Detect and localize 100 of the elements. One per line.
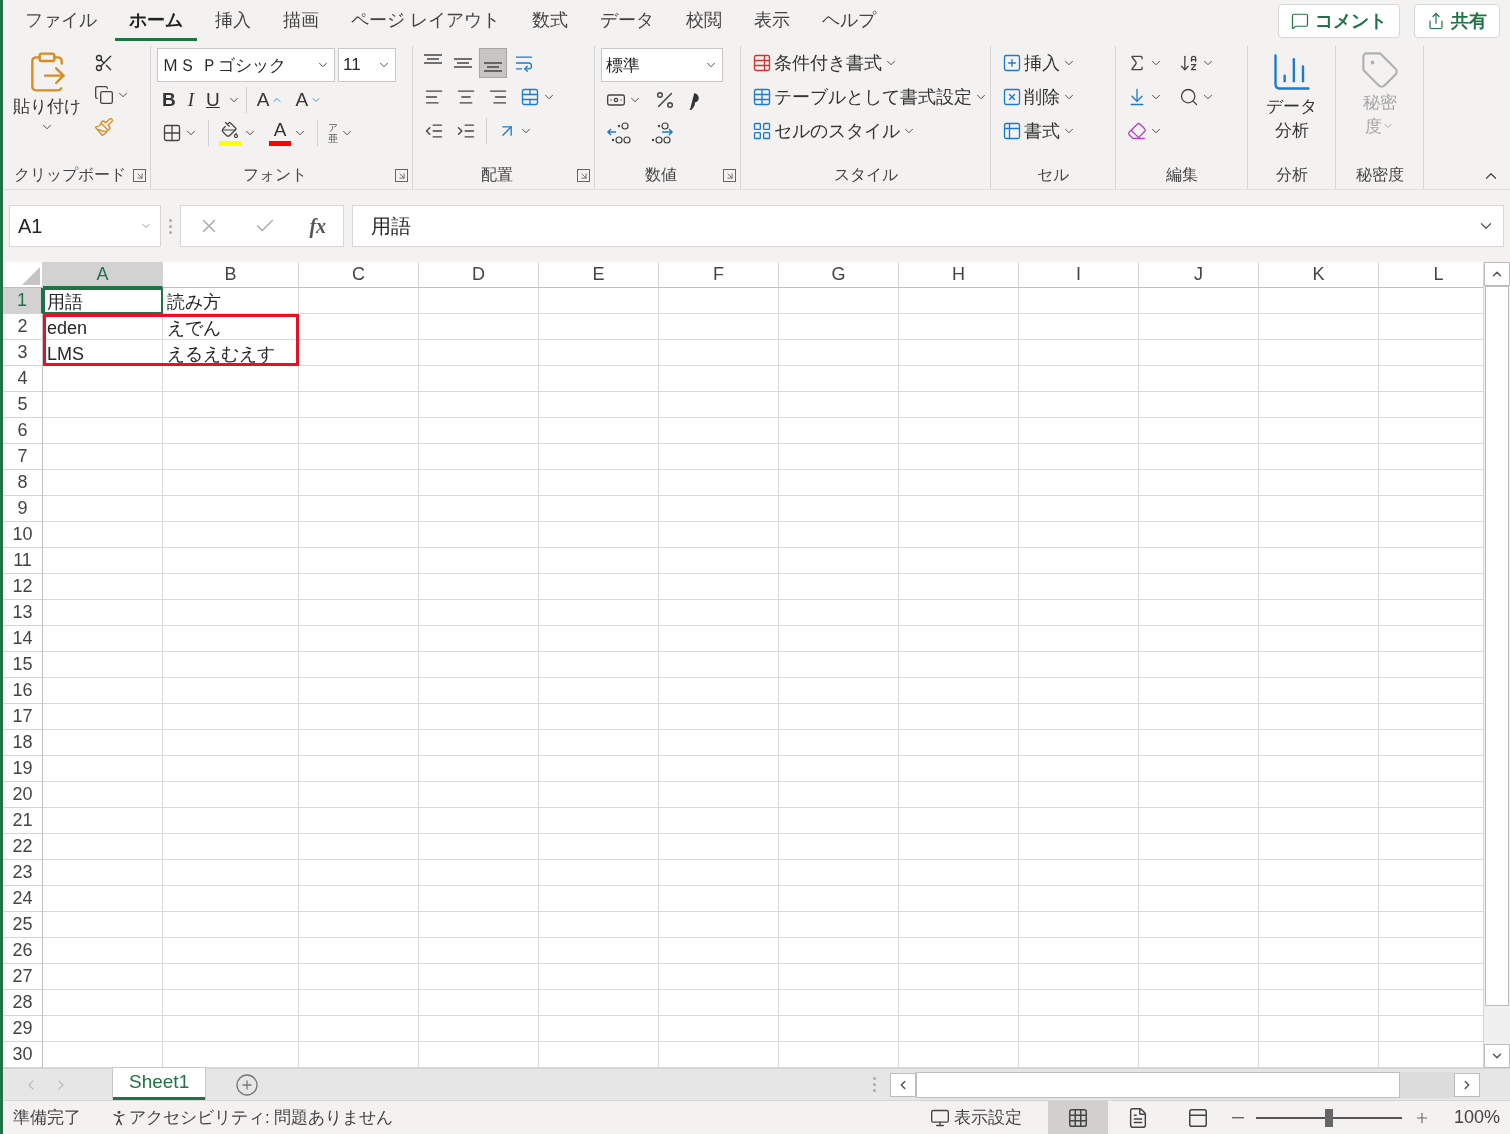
status-text: 準備完了 xyxy=(13,1107,81,1129)
row-header[interactable]: 28 xyxy=(3,990,43,1016)
row-header[interactable]: 16 xyxy=(3,678,43,704)
scroll-right-button[interactable] xyxy=(1454,1072,1480,1097)
row-header[interactable]: 8 xyxy=(3,470,43,496)
ribbon-tab[interactable]: ヘルプ xyxy=(808,1,890,41)
dialog-launcher-icon[interactable] xyxy=(723,169,736,182)
column-header[interactable]: K xyxy=(1259,262,1379,288)
zoom-slider-thumb[interactable] xyxy=(1324,1108,1333,1127)
row-header[interactable]: 22 xyxy=(3,834,43,860)
vertical-scrollbar[interactable] xyxy=(1483,262,1510,1068)
ribbon-tab[interactable]: 挿入 xyxy=(201,1,265,41)
styles-menu-button[interactable]: テーブルとして書式設定 xyxy=(747,82,993,112)
row-header[interactable]: 6 xyxy=(3,418,43,444)
column-header[interactable]: H xyxy=(899,262,1019,288)
display-settings-button[interactable]: 表示設定 xyxy=(929,1106,1022,1129)
scroll-up-button[interactable] xyxy=(1484,262,1510,286)
cells-menu-button[interactable]: 挿入 xyxy=(997,48,1081,78)
dialog-launcher-icon[interactable] xyxy=(133,169,146,182)
italic-button[interactable]: I xyxy=(182,85,200,115)
row-header[interactable]: 9 xyxy=(3,496,43,522)
column-header[interactable]: D xyxy=(419,262,539,288)
add-sheet-button[interactable] xyxy=(235,1072,260,1097)
dialog-launcher-icon[interactable] xyxy=(395,169,408,182)
paste-button[interactable]: 貼り付け xyxy=(9,48,85,137)
row-header[interactable]: 11 xyxy=(3,548,43,574)
cells-menu-button[interactable]: 削除 xyxy=(997,82,1081,112)
bold-button[interactable]: B xyxy=(157,85,181,115)
row-header[interactable]: 15 xyxy=(3,652,43,678)
zoom-level-text[interactable]: 100% xyxy=(1453,1107,1500,1128)
underline-button[interactable]: U xyxy=(201,85,225,115)
ribbon-tab[interactable]: ファイル xyxy=(11,1,111,41)
row-header[interactable]: 10 xyxy=(3,522,43,548)
row-header[interactable]: 26 xyxy=(3,938,43,964)
table-cell[interactable]: えるえむえす xyxy=(163,340,299,366)
cells-menu-button[interactable]: 書式 xyxy=(997,116,1081,146)
column-header[interactable]: A xyxy=(43,262,163,288)
row-header[interactable]: 25 xyxy=(3,912,43,938)
row-header[interactable]: 18 xyxy=(3,730,43,756)
row-header[interactable]: 3 xyxy=(3,340,43,366)
row-header[interactable]: 30 xyxy=(3,1042,43,1068)
row-header[interactable]: 21 xyxy=(3,808,43,834)
data-analysis-button[interactable]: データ 分析 xyxy=(1262,48,1321,145)
table-cell[interactable]: えでん xyxy=(163,314,299,340)
row-header[interactable]: 14 xyxy=(3,626,43,652)
comment-button[interactable]: コメント xyxy=(1278,4,1400,38)
ribbon-tab[interactable]: 表示 xyxy=(740,1,804,41)
number-format-dropdown[interactable]: 標準 xyxy=(601,48,723,82)
font-color-button[interactable]: A xyxy=(264,118,312,148)
row-header[interactable]: 24 xyxy=(3,886,43,912)
sheet-tab[interactable]: Sheet1 xyxy=(113,1067,206,1100)
row-header[interactable]: 19 xyxy=(3,756,43,782)
ribbon-tab[interactable]: 校閲 xyxy=(672,1,736,41)
row-header[interactable]: 27 xyxy=(3,964,43,990)
column-header[interactable]: F xyxy=(659,262,779,288)
ribbon-tab[interactable]: データ xyxy=(586,1,668,41)
insert-function-button[interactable]: fx xyxy=(309,214,327,238)
phonetic-button[interactable]: ア 亜 xyxy=(323,118,359,148)
column-header[interactable]: B xyxy=(163,262,299,288)
grow-font-button[interactable]: A xyxy=(251,85,289,115)
ribbon-tab[interactable]: ページ レイアウト xyxy=(337,1,514,41)
table-cell[interactable]: 用語 xyxy=(43,288,163,314)
name-box[interactable]: A1 xyxy=(9,205,161,247)
column-header[interactable]: I xyxy=(1019,262,1139,288)
row-header[interactable]: 2 xyxy=(3,314,43,340)
ribbon-tab[interactable]: 描画 xyxy=(269,1,333,41)
accessibility-status[interactable]: アクセシビリティ: 問題ありません xyxy=(129,1106,394,1129)
row-header[interactable]: 7 xyxy=(3,444,43,470)
row-header[interactable]: 29 xyxy=(3,1016,43,1042)
styles-menu-button[interactable]: 条件付き書式 xyxy=(747,48,993,78)
font-name-dropdown[interactable]: ＭＳ Ｐゴシック xyxy=(157,48,335,82)
ribbon-tab[interactable]: ホーム xyxy=(115,1,197,41)
row-header[interactable]: 12 xyxy=(3,574,43,600)
ribbon-tab[interactable]: 数式 xyxy=(518,1,582,41)
horizontal-scrollbar[interactable] xyxy=(916,1071,1454,1098)
table-cell[interactable]: 読み方 xyxy=(163,288,299,314)
row-header[interactable]: 20 xyxy=(3,782,43,808)
table-format-icon xyxy=(752,87,772,107)
styles-menu-button[interactable]: セルのスタイル xyxy=(747,116,993,146)
row-header[interactable]: 5 xyxy=(3,392,43,418)
formula-field[interactable]: 用語 xyxy=(352,205,1504,247)
scroll-down-button[interactable] xyxy=(1484,1044,1510,1068)
table-cell[interactable]: LMS xyxy=(43,340,163,366)
shrink-font-button[interactable]: A xyxy=(290,85,328,115)
share-button[interactable]: 共有 xyxy=(1414,4,1500,38)
row-header[interactable]: 13 xyxy=(3,600,43,626)
column-header[interactable]: J xyxy=(1139,262,1259,288)
normal-view-button[interactable] xyxy=(1047,1100,1108,1134)
column-header[interactable]: G xyxy=(779,262,899,288)
dialog-launcher-icon[interactable] xyxy=(577,169,590,182)
vertical-align-button[interactable] xyxy=(479,48,507,78)
row-header[interactable]: 1 xyxy=(3,288,43,314)
font-size-dropdown[interactable]: 11 xyxy=(338,48,396,82)
column-header[interactable]: E xyxy=(539,262,659,288)
row-header[interactable]: 23 xyxy=(3,860,43,886)
scroll-left-button[interactable] xyxy=(890,1072,916,1097)
table-cell[interactable]: eden xyxy=(43,314,163,340)
row-header[interactable]: 4 xyxy=(3,366,43,392)
column-header[interactable]: C xyxy=(299,262,419,288)
row-header[interactable]: 17 xyxy=(3,704,43,730)
